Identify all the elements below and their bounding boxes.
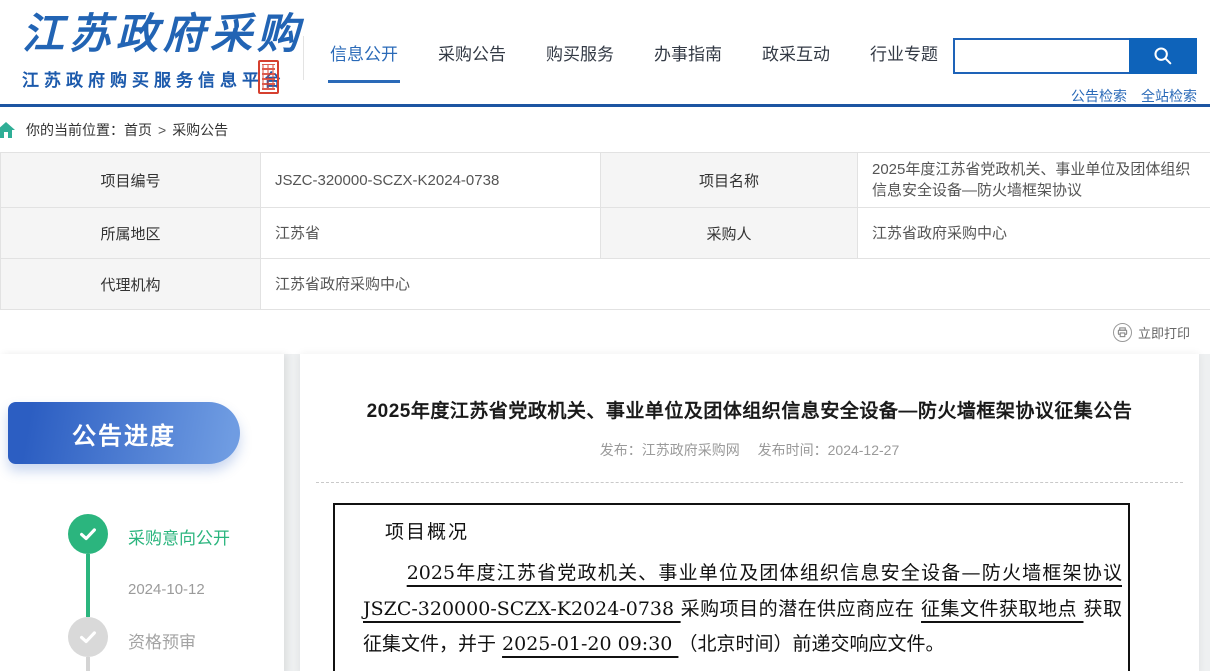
announcement-panel: 2025年度江苏省党政机关、事业单位及团体组织信息安全设备—防火墙框架协议征集公… <box>300 354 1199 671</box>
progress-banner: 公告进度 <box>8 402 240 464</box>
overview-paragraph: 2025年度江苏省党政机关、事业单位及团体组织信息安全设备—防火墙框架协议 JS… <box>363 556 1122 663</box>
search-scope-links: 公告检索 全站检索 <box>1071 86 1197 106</box>
table-row: 代理机构 江苏省政府采购中心 <box>0 258 1210 310</box>
project-name-value: 2025年度江苏省党政机关、事业单位及团体组织信息安全设备—防火墙框架协议 <box>857 152 1210 208</box>
breadcrumb-separator: > <box>158 121 167 138</box>
agency-value: 江苏省政府采购中心 <box>260 258 1210 310</box>
overview-segment: （北京时间）前递交响应文件。 <box>678 633 945 655</box>
project-number-value: JSZC-320000-SCZX-K2024-0738 <box>260 152 601 208</box>
publish-time: 发布时间：2024-12-27 <box>757 442 900 458</box>
print-row: 立即打印 <box>0 310 1210 354</box>
step-date-intention: 2024-10-12 <box>128 581 205 598</box>
region-label: 所属地区 <box>0 207 261 259</box>
agency-label: 代理机构 <box>0 258 261 310</box>
nav-item-procurement-announcements[interactable]: 采购公告 <box>436 36 508 69</box>
overview-segment: 采购项目的潜在供应商应在 <box>680 597 922 620</box>
timeline-connector <box>86 554 90 617</box>
project-overview-box: 项目概况 2025年度江苏省党政机关、事业单位及团体组织信息安全设备—防火墙框架… <box>333 503 1130 671</box>
red-seal-stamp-icon <box>258 60 279 94</box>
site-search-link[interactable]: 全站检索 <box>1141 86 1197 106</box>
nav-item-industry-topics[interactable]: 行业专题 <box>868 36 940 69</box>
announcement-search-link[interactable]: 公告检索 <box>1071 86 1127 106</box>
search-button[interactable] <box>1129 38 1197 74</box>
print-button[interactable]: 立即打印 <box>1112 322 1190 342</box>
purchaser-label: 采购人 <box>600 207 858 259</box>
logo-title: 江苏政府采购 <box>22 9 305 58</box>
content-section: 公告进度 采购意向公开 2024-10-12 资格预审 2025年度江苏省党政机… <box>0 354 1210 671</box>
progress-sidebar: 公告进度 采购意向公开 2024-10-12 资格预审 <box>0 354 284 671</box>
table-row: 所属地区 江苏省 采购人 江苏省政府采购中心 <box>0 207 1210 259</box>
article-meta: 发布：江苏政府采购网 发布时间：2024-12-27 <box>300 440 1199 460</box>
nav-item-purchase-services[interactable]: 购买服务 <box>544 36 616 69</box>
overview-segment: 征集文件获取地点 <box>921 597 1084 620</box>
project-info-table: 项目编号 JSZC-320000-SCZX-K2024-0738 项目名称 20… <box>0 152 1210 310</box>
project-number-label: 项目编号 <box>0 152 261 208</box>
step-label-intention: 采购意向公开 <box>128 529 230 548</box>
step-label-prequalification: 资格预审 <box>128 633 196 652</box>
page: 江苏政府采购 江苏政府购买服务信息平台 信息公开 采购公告 购买服务 办事指南 … <box>0 0 1210 671</box>
header-divider <box>303 36 304 80</box>
search-input[interactable] <box>953 38 1129 74</box>
search-bar <box>953 38 1197 74</box>
timeline-connector <box>86 657 90 671</box>
overview-heading: 项目概况 <box>385 521 470 543</box>
printer-icon <box>1112 322 1132 342</box>
breadcrumb: 你的当前位置： 首页 > 采购公告 <box>0 107 1210 152</box>
table-row: 项目编号 JSZC-320000-SCZX-K2024-0738 项目名称 20… <box>0 152 1210 208</box>
region-value: 江苏省 <box>260 207 601 259</box>
purchaser-value: 江苏省政府采购中心 <box>857 207 1210 259</box>
nav-item-info-disclosure[interactable]: 信息公开 <box>328 36 400 83</box>
publish-source: 发布：江苏政府采购网 <box>599 442 740 458</box>
main-nav: 信息公开 采购公告 购买服务 办事指南 政采互动 行业专题 <box>328 0 940 104</box>
home-icon <box>0 121 16 139</box>
dashed-divider <box>316 482 1183 483</box>
nav-item-procurement-interaction[interactable]: 政采互动 <box>760 36 832 69</box>
breadcrumb-home-link[interactable]: 首页 <box>124 120 152 140</box>
print-label: 立即打印 <box>1137 325 1190 341</box>
page-title: 2025年度江苏省党政机关、事业单位及团体组织信息安全设备—防火墙框架协议征集公… <box>366 401 1133 422</box>
breadcrumb-current[interactable]: 采购公告 <box>172 120 228 140</box>
project-name-label: 项目名称 <box>600 152 858 208</box>
nav-item-service-guide[interactable]: 办事指南 <box>652 36 724 69</box>
breadcrumb-prefix: 你的当前位置： <box>26 121 124 138</box>
search-icon <box>1152 45 1174 67</box>
step-pending-check-icon <box>68 617 108 657</box>
site-header: 江苏政府采购 江苏政府购买服务信息平台 信息公开 采购公告 购买服务 办事指南 … <box>0 0 1210 104</box>
overview-segment: 2025-01-20 09:30 <box>502 633 679 655</box>
step-done-check-icon <box>68 514 108 554</box>
